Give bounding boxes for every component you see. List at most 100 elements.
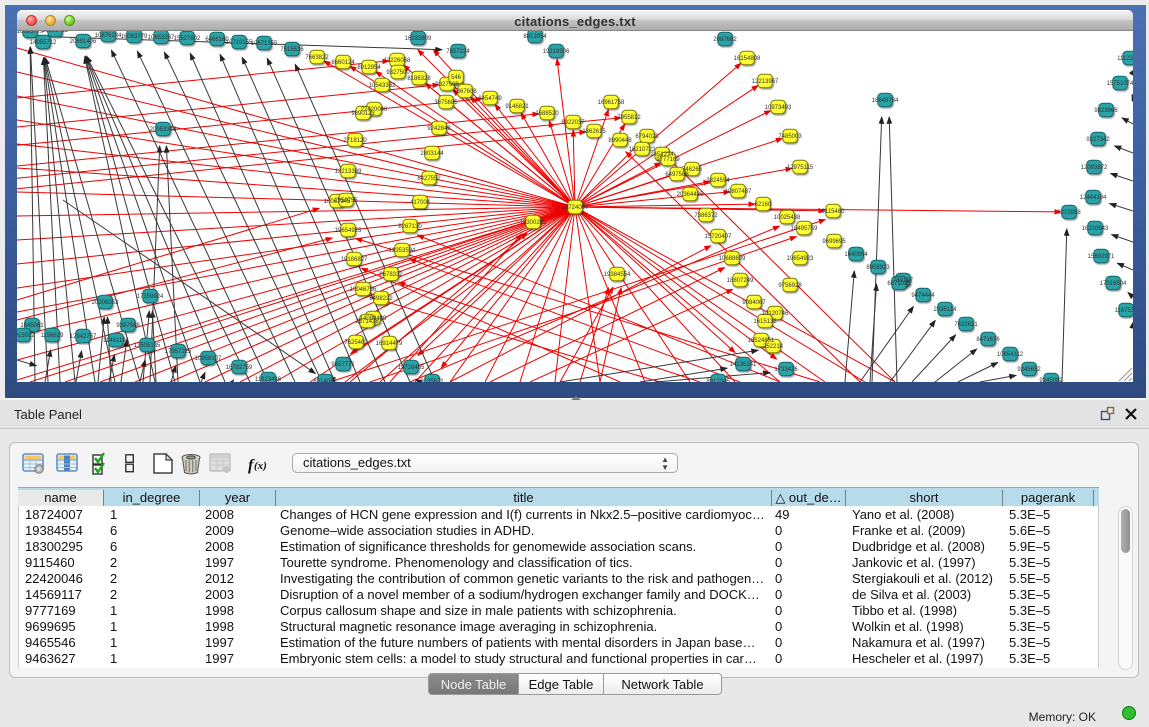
svg-text:8990448: 8990448	[608, 138, 632, 144]
svg-text:10671355: 10671355	[251, 41, 278, 47]
svg-text:15751074: 15751074	[1107, 81, 1133, 87]
svg-text:10120746: 10120746	[762, 311, 789, 317]
svg-text:8322037: 8322037	[561, 120, 585, 126]
svg-text:7625402: 7625402	[344, 340, 368, 346]
svg-text:9084067: 9084067	[742, 300, 766, 306]
svg-text:10025438: 10025438	[774, 215, 801, 221]
svg-text:18495759: 18495759	[791, 226, 818, 232]
svg-text:18923411: 18923411	[42, 31, 69, 34]
svg-text:18724007: 18724007	[562, 205, 589, 211]
svg-text:6794028: 6794028	[635, 134, 659, 140]
svg-text:12505135: 12505135	[134, 343, 161, 349]
svg-text:546: 546	[451, 75, 462, 81]
svg-text:19166827: 19166827	[341, 257, 368, 263]
svg-text:1733426: 1733426	[774, 367, 798, 373]
svg-text:7515526: 7515526	[280, 47, 304, 53]
svg-text:19654923: 19654923	[335, 228, 362, 234]
svg-text:9135671: 9135671	[420, 379, 444, 382]
svg-text:12093872: 12093872	[1081, 165, 1108, 171]
svg-text:9146821: 9146821	[505, 104, 529, 110]
svg-text:10543362: 10543362	[369, 83, 396, 89]
svg-text:16093779: 16093779	[17, 31, 44, 35]
svg-text:8267130: 8267130	[398, 224, 422, 230]
svg-text:1362615: 1362615	[582, 129, 606, 135]
svg-text:16914479: 16914479	[376, 341, 403, 347]
svg-text:19716485: 19716485	[398, 365, 425, 371]
svg-text:12942757: 12942757	[70, 334, 97, 340]
svg-text:9657771: 9657771	[331, 362, 355, 368]
svg-text:1156829: 1156829	[41, 333, 65, 339]
svg-text:(x): (x)	[254, 460, 267, 472]
svg-text:19384554: 19384554	[604, 272, 631, 278]
svg-text:8678332: 8678332	[379, 272, 403, 278]
svg-text:10719155: 10719155	[226, 40, 253, 46]
svg-text:19218506: 19218506	[543, 49, 570, 55]
svg-text:8454749: 8454749	[478, 96, 502, 102]
svg-text:11451194: 11451194	[103, 338, 129, 344]
svg-text:6871025: 6871025	[887, 281, 911, 287]
svg-text:16210643: 16210643	[1082, 226, 1109, 232]
svg-text:3915912: 3915912	[17, 333, 35, 339]
svg-text:12213389: 12213389	[335, 169, 362, 175]
svg-text:417004: 417004	[410, 200, 431, 206]
svg-text:7632621: 7632621	[954, 322, 978, 328]
svg-text:8215958: 8215958	[1057, 210, 1081, 216]
svg-text:10653267: 10653267	[148, 35, 175, 41]
svg-text:8214056: 8214056	[313, 379, 337, 382]
svg-text:15720407: 15720407	[705, 234, 732, 240]
svg-text:62160: 62160	[755, 202, 772, 208]
svg-text:15527602: 15527602	[174, 36, 201, 42]
svg-text:9829966: 9829966	[1094, 108, 1118, 114]
svg-text:9245652: 9245652	[1017, 367, 1041, 373]
svg-text:1845061: 1845061	[20, 323, 44, 329]
svg-text:18300295: 18300295	[520, 220, 547, 226]
svg-text:10046756: 10046756	[350, 287, 377, 293]
svg-text:16154808: 16154808	[734, 56, 761, 62]
svg-text:1950755: 1950755	[334, 198, 358, 204]
svg-text:17359924: 17359924	[137, 294, 164, 300]
svg-text:7857224: 7857224	[446, 49, 470, 55]
svg-text:20206553: 20206553	[92, 300, 119, 306]
svg-text:9227342: 9227342	[1086, 137, 1110, 143]
svg-text:10654112: 10654112	[997, 352, 1024, 358]
svg-text:10973493: 10973493	[765, 105, 792, 111]
svg-text:8958923: 8958923	[866, 265, 890, 271]
svg-text:18807249: 18807249	[727, 278, 754, 284]
svg-text:9115460: 9115460	[822, 209, 846, 215]
svg-text:1615132: 1615132	[753, 319, 777, 325]
svg-text:12444194: 12444194	[1080, 195, 1107, 201]
svg-text:8498222: 8498222	[369, 296, 393, 302]
svg-text:7663822: 7663822	[305, 55, 329, 61]
svg-text:252214: 252214	[763, 344, 784, 350]
svg-text:2087682: 2087682	[713, 37, 737, 43]
svg-text:8427552: 8427552	[417, 176, 441, 182]
svg-text:10958107: 10958107	[195, 356, 222, 362]
svg-text:8912345: 8912345	[706, 379, 730, 382]
svg-text:16093779: 16093779	[121, 34, 148, 40]
svg-text:6497568: 6497568	[665, 172, 689, 178]
svg-text:9397568: 9397568	[116, 323, 140, 329]
svg-text:2718120: 2718120	[343, 138, 367, 144]
svg-text:11123404: 11123404	[1117, 56, 1133, 62]
svg-text:16782759: 16782759	[226, 365, 253, 371]
svg-text:1588520: 1588520	[535, 111, 559, 117]
svg-text:9327508: 9327508	[435, 82, 459, 88]
svg-text:9756928: 9756928	[778, 283, 802, 289]
svg-text:7386372: 7386372	[694, 213, 718, 219]
svg-text:10807487: 10807487	[725, 189, 752, 195]
svg-text:9699695: 9699695	[822, 239, 846, 245]
svg-text:10688609: 10688609	[719, 256, 746, 262]
svg-text:12975115: 12975115	[787, 165, 814, 171]
svg-text:1167533: 1167533	[1115, 308, 1133, 314]
svg-text:9245082: 9245082	[1039, 378, 1063, 382]
svg-text:12213967: 12213967	[752, 79, 779, 85]
svg-text:7955812: 7955812	[617, 115, 641, 121]
svg-text:20364436: 20364436	[677, 192, 704, 198]
svg-text:17016504: 17016504	[1100, 281, 1127, 287]
svg-text:16033809: 16033809	[405, 36, 432, 42]
svg-text:9474444: 9474444	[911, 293, 935, 299]
svg-text:8471676: 8471676	[976, 337, 1000, 343]
svg-text:8912954: 8912954	[357, 65, 381, 71]
svg-text:13226058: 13226058	[384, 58, 411, 64]
svg-text:19654923: 19654923	[787, 256, 814, 262]
